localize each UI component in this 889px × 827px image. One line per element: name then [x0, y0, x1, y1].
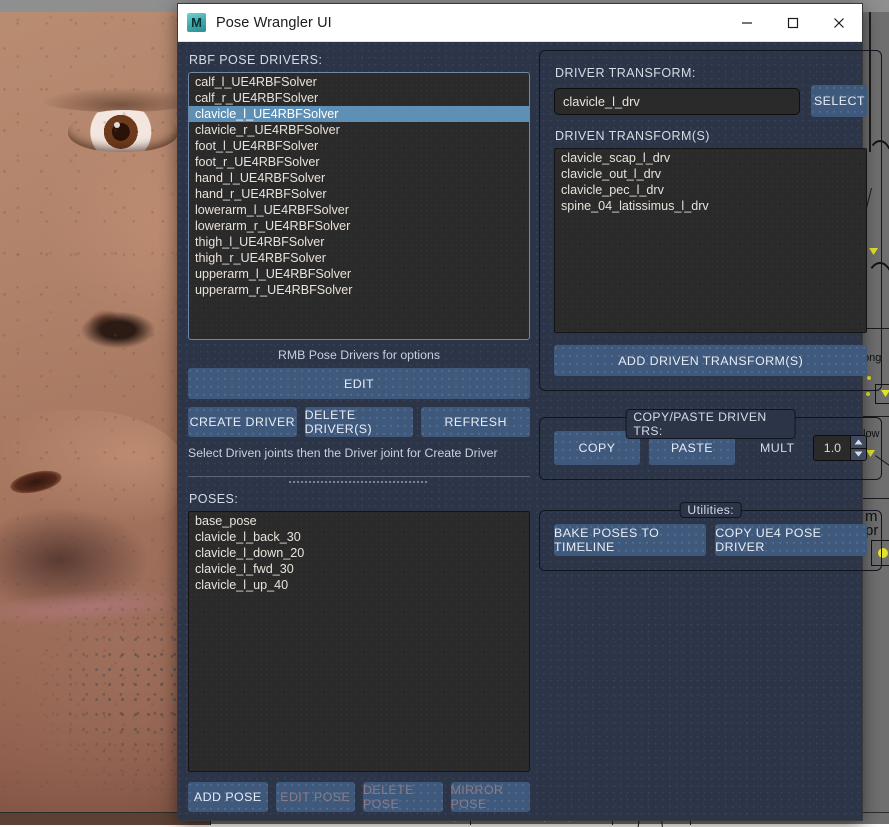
close-button[interactable]	[816, 4, 862, 41]
create-driver-button[interactable]: CREATE DRIVER	[188, 407, 297, 437]
rmb-hint-text: RMB Pose Drivers for options	[188, 348, 530, 362]
maya-logo-icon: M	[187, 13, 206, 32]
mirror-pose-button: MIRROR POSE	[451, 782, 531, 812]
left-column: RBF POSE DRIVERS: calf_l_UE4RBFSolver ca…	[188, 50, 530, 812]
window-controls	[724, 4, 862, 41]
list-item[interactable]: clavicle_l_down_20	[189, 545, 529, 561]
rbf-pose-drivers-list[interactable]: calf_l_UE4RBFSolver calf_r_UE4RBFSolver …	[188, 72, 530, 340]
pose-wrangler-window: M Pose Wrangler UI RBF POSE DRIVERS: cal…	[178, 4, 862, 820]
driven-transforms-list[interactable]: clavicle_scap_l_drv clavicle_out_l_drv c…	[554, 148, 867, 333]
list-item[interactable]: calf_l_UE4RBFSolver	[189, 74, 529, 90]
face-eye	[68, 110, 178, 152]
list-item[interactable]: clavicle_r_UE4RBFSolver	[189, 122, 529, 138]
poses-list[interactable]: base_pose clavicle_l_back_30 clavicle_l_…	[188, 511, 530, 772]
list-item[interactable]: clavicle_l_back_30	[189, 529, 529, 545]
list-item[interactable]: thigh_r_UE4RBFSolver	[189, 250, 529, 266]
list-item[interactable]: foot_l_UE4RBFSolver	[189, 138, 529, 154]
face-lip	[0, 585, 191, 630]
list-item[interactable]: hand_l_UE4RBFSolver	[189, 170, 529, 186]
bake-poses-to-timeline-button[interactable]: BAKE POSES TO TIMELINE	[554, 524, 706, 556]
list-item[interactable]: clavicle_pec_l_drv	[555, 182, 866, 198]
face-nostril	[8, 467, 63, 497]
list-item[interactable]: lowerarm_l_UE4RBFSolver	[189, 202, 529, 218]
window-titlebar[interactable]: M Pose Wrangler UI	[178, 4, 862, 42]
dialog-body: RBF POSE DRIVERS: calf_l_UE4RBFSolver ca…	[178, 42, 862, 820]
driver-actions-row: CREATE DRIVER DELETE DRIVER(S) REFRESH	[188, 407, 530, 437]
list-item[interactable]: spine_04_latissimus_l_drv	[555, 198, 866, 214]
list-item[interactable]: clavicle_out_l_drv	[555, 166, 866, 182]
delete-pose-button: DELETE POSE	[363, 782, 443, 812]
splitter-handle[interactable]	[188, 477, 530, 486]
list-item[interactable]: lowerarm_r_UE4RBFSolver	[189, 218, 529, 234]
spin-down-icon[interactable]	[851, 449, 866, 461]
utilities-group: Utilities: BAKE POSES TO TIMELINE COPY U…	[539, 510, 882, 571]
mult-stepper[interactable]	[813, 435, 867, 461]
poses-label: POSES:	[189, 492, 530, 506]
maximize-button[interactable]	[770, 4, 816, 41]
face-nose	[0, 410, 190, 530]
refresh-button[interactable]: REFRESH	[421, 407, 530, 437]
edit-button[interactable]: EDIT	[188, 368, 530, 399]
rbf-pose-drivers-label: RBF POSE DRIVERS:	[189, 53, 530, 67]
list-item[interactable]: hand_r_UE4RBFSolver	[189, 186, 529, 202]
list-item[interactable]: clavicle_l_fwd_30	[189, 561, 529, 577]
list-item[interactable]: calf_r_UE4RBFSolver	[189, 90, 529, 106]
driver-transform-group: DRIVER TRANSFORM: SELECT DRIVEN TRANSFOR…	[539, 50, 882, 391]
driver-transform-label: DRIVER TRANSFORM:	[555, 66, 867, 80]
minimize-button[interactable]	[724, 4, 770, 41]
window-title: Pose Wrangler UI	[216, 15, 332, 31]
select-button[interactable]: SELECT	[811, 85, 867, 117]
list-item[interactable]: base_pose	[189, 513, 529, 529]
list-item[interactable]: clavicle_l_UE4RBFSolver	[189, 106, 529, 122]
driver-transform-input[interactable]	[554, 88, 800, 115]
list-item[interactable]: foot_r_UE4RBFSolver	[189, 154, 529, 170]
copy-paste-group-title: COPY/PASTE DRIVEN TRS:	[625, 409, 796, 439]
list-item[interactable]: clavicle_l_up_40	[189, 577, 529, 593]
face-eyebrow	[40, 88, 200, 112]
mult-label: MULT	[760, 441, 794, 455]
create-driver-hint: Select Driven joints then the Driver joi…	[188, 446, 530, 460]
maximize-icon	[787, 17, 799, 29]
mult-spin-buttons[interactable]	[850, 435, 867, 461]
driver-transform-row: SELECT	[554, 85, 867, 117]
close-icon	[833, 17, 845, 29]
driven-transforms-label: DRIVEN TRANSFORM(S)	[555, 129, 867, 143]
minimize-icon	[741, 17, 753, 29]
list-item[interactable]: thigh_l_UE4RBFSolver	[189, 234, 529, 250]
spin-up-icon[interactable]	[851, 436, 866, 449]
delete-drivers-button[interactable]: DELETE DRIVER(S)	[305, 407, 414, 437]
utilities-group-title: Utilities:	[679, 502, 742, 518]
mult-input[interactable]	[813, 435, 850, 461]
utilities-row: BAKE POSES TO TIMELINE COPY UE4 POSE DRI…	[554, 524, 867, 556]
copy-ue4-pose-driver-button[interactable]: COPY UE4 POSE DRIVER	[715, 524, 867, 556]
add-driven-transforms-button[interactable]: ADD DRIVEN TRANSFORM(S)	[554, 345, 867, 376]
list-item[interactable]: upperarm_r_UE4RBFSolver	[189, 282, 529, 298]
copy-paste-driven-trs-group: COPY/PASTE DRIVEN TRS: COPY PASTE MULT	[539, 417, 882, 480]
list-item[interactable]: clavicle_scap_l_drv	[555, 150, 866, 166]
add-pose-button[interactable]: ADD POSE	[188, 782, 268, 812]
list-item[interactable]: upperarm_l_UE4RBFSolver	[189, 266, 529, 282]
pose-actions-row: ADD POSE EDIT POSE DELETE POSE MIRROR PO…	[188, 782, 530, 812]
right-column: DRIVER TRANSFORM: SELECT DRIVEN TRANSFOR…	[539, 50, 882, 812]
edit-pose-button: EDIT POSE	[276, 782, 356, 812]
